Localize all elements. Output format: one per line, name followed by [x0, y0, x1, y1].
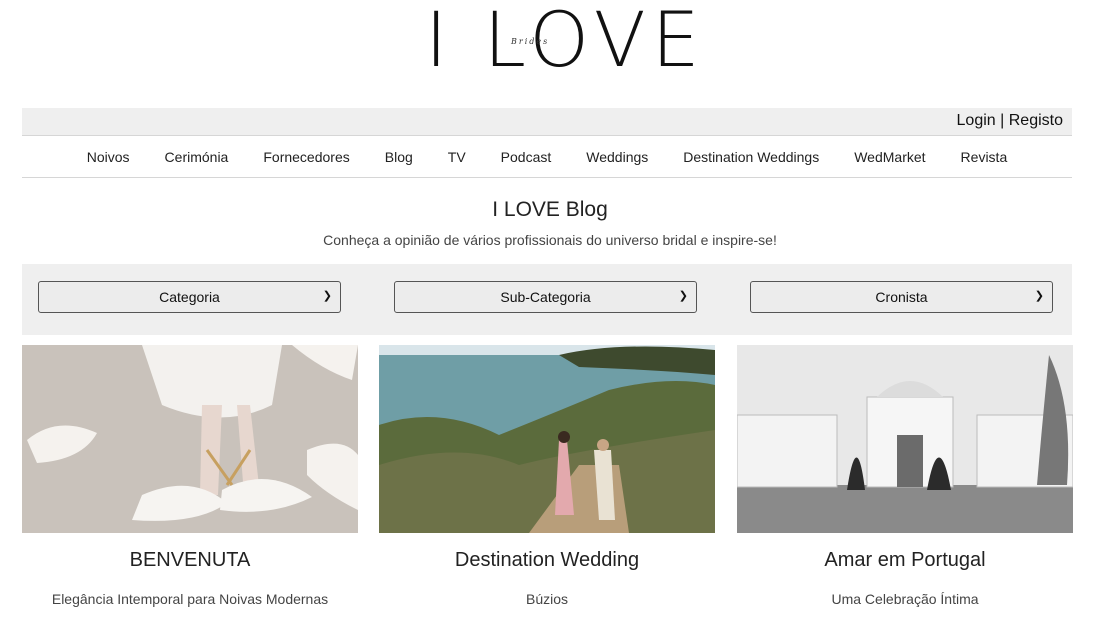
card-image-shoes[interactable]: [22, 345, 358, 533]
logo-wordmark: I LOVE: [425, 0, 706, 84]
auth-separator: |: [1000, 112, 1005, 129]
nav-item-blog[interactable]: Blog: [367, 149, 430, 165]
card-subtitle: Búzios: [525, 591, 569, 607]
columnist-select-value: Cronista: [875, 289, 928, 305]
nav-item-weddings[interactable]: Weddings: [569, 149, 666, 165]
subcategory-select-value: Sub-Categoria: [500, 289, 591, 305]
chevron-down-icon: ❯: [1034, 290, 1044, 302]
card-image-palace[interactable]: [737, 345, 1073, 533]
card-subtitle: Elegância Intemporal para Noivas Moderna…: [51, 591, 329, 607]
main-nav: Noivos Cerimónia Fornecedores Blog TV Po…: [22, 136, 1072, 178]
nav-item-revista[interactable]: Revista: [943, 149, 1025, 165]
page-title: I LOVE Blog: [492, 198, 608, 221]
page-subtitle: Conheça a opinião de vários profissionai…: [323, 232, 777, 248]
nav-item-destination-weddings[interactable]: Destination Weddings: [666, 149, 837, 165]
nav-item-cerimonia[interactable]: Cerimónia: [147, 149, 246, 165]
chevron-down-icon: ❯: [322, 290, 332, 302]
card-title[interactable]: Amar em Portugal: [737, 549, 1073, 572]
nav-item-tv[interactable]: TV: [430, 149, 483, 165]
nav-item-wedmarket[interactable]: WedMarket: [837, 149, 943, 165]
card-image-coast[interactable]: [379, 345, 715, 533]
nav-item-fornecedores[interactable]: Fornecedores: [246, 149, 367, 165]
filter-bar: Categoria ❯ Sub-Categoria ❯ Cronista ❯: [22, 264, 1072, 335]
top-bar: Login | Registo: [22, 108, 1072, 136]
site-logo[interactable]: I LOVE Brides: [0, 2, 1100, 78]
card-title[interactable]: BENVENUTA: [22, 549, 358, 572]
login-link[interactable]: Login: [957, 112, 996, 129]
category-select-value: Categoria: [159, 289, 220, 305]
nav-item-noivos[interactable]: Noivos: [69, 149, 147, 165]
register-link[interactable]: Registo: [1009, 112, 1063, 129]
blog-card[interactable]: Amar em Portugal Uma Celebração Íntima: [737, 345, 1073, 607]
category-select[interactable]: Categoria ❯: [38, 281, 341, 313]
blog-card[interactable]: BENVENUTA Elegância Intemporal para Noiv…: [22, 345, 358, 607]
chevron-down-icon: ❯: [678, 290, 688, 302]
columnist-select[interactable]: Cronista ❯: [750, 281, 1053, 313]
card-title[interactable]: Destination Wedding: [379, 549, 715, 572]
nav-item-podcast[interactable]: Podcast: [483, 149, 569, 165]
auth-links: Login | Registo: [957, 112, 1063, 130]
blog-card[interactable]: Destination Wedding Búzios: [379, 345, 715, 607]
card-subtitle: Uma Celebração Íntima: [831, 591, 979, 607]
logo-subtitle: Brides: [511, 37, 550, 46]
subcategory-select[interactable]: Sub-Categoria ❯: [394, 281, 697, 313]
